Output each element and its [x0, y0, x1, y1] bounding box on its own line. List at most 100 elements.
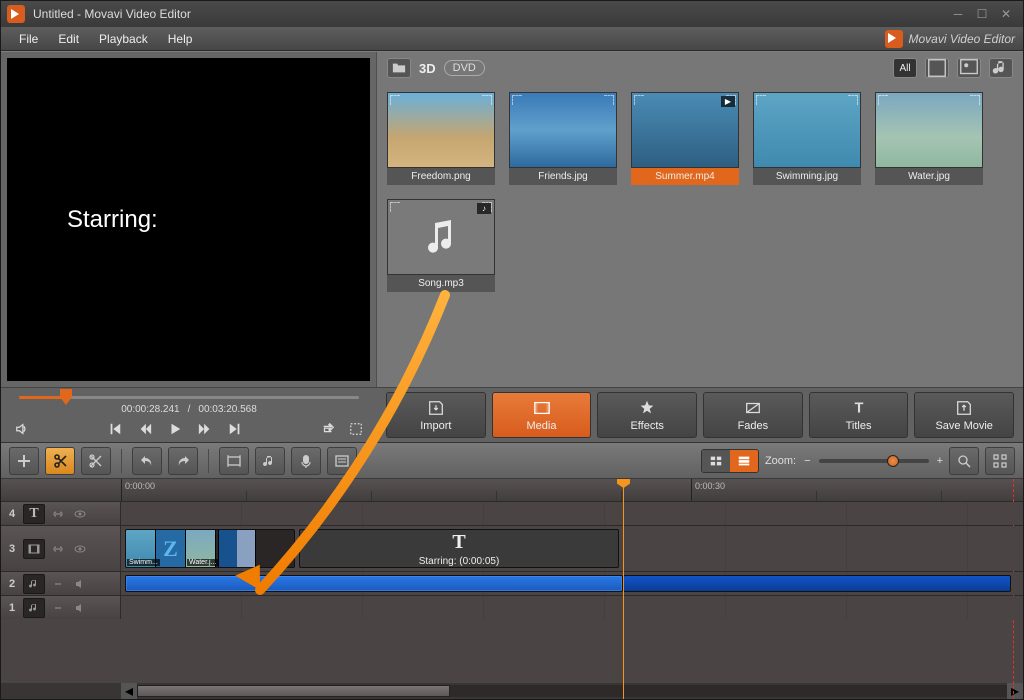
clip-label: Swimm...: [127, 559, 160, 566]
step-back-button[interactable]: [132, 418, 158, 440]
loop-button[interactable]: [315, 418, 341, 440]
clip-audio-tail[interactable]: [623, 575, 1011, 592]
import-icon: [427, 399, 445, 417]
seek-thumb[interactable]: [60, 389, 72, 410]
menu-playback[interactable]: Playback: [89, 30, 158, 48]
media-grid: Freedom.png Friends.jpg ▶ Summer.mp4 Swi…: [377, 84, 1023, 387]
timeline-scrollbar[interactable]: ◂ ▸: [1, 683, 1023, 699]
fullscreen-button[interactable]: [343, 418, 369, 440]
mute-toggle[interactable]: [71, 576, 89, 592]
mute-toggle[interactable]: [71, 600, 89, 616]
track-lane[interactable]: [121, 572, 1023, 595]
track-2: 2: [1, 571, 1023, 595]
tab-import[interactable]: Import: [386, 392, 486, 438]
filter-audio-button[interactable]: [989, 58, 1013, 78]
svg-text:T: T: [854, 400, 863, 416]
zoom-knob[interactable]: [887, 455, 899, 467]
expand-tracks-button[interactable]: [985, 447, 1015, 475]
timeline-mode-toggle[interactable]: [701, 449, 759, 473]
title-clip-icon: T: [452, 531, 465, 554]
media-icon: [533, 399, 551, 417]
scroll-right-button[interactable]: ▸: [1007, 683, 1023, 699]
redo-button[interactable]: [168, 447, 198, 475]
thumb-label: Song.mp3: [387, 275, 495, 292]
brand-text: Movavi Video Editor: [909, 32, 1016, 46]
menu-file[interactable]: File: [9, 30, 48, 48]
thumb-water[interactable]: Water.jpg: [875, 92, 983, 185]
export-icon: [955, 399, 973, 417]
close-button[interactable]: ✕: [995, 5, 1017, 23]
effects-icon: [638, 399, 656, 417]
zoom-slider[interactable]: [819, 459, 929, 463]
scroll-left-button[interactable]: ◂: [121, 683, 137, 699]
record-button[interactable]: [291, 447, 321, 475]
filter-all-button[interactable]: All: [893, 58, 917, 78]
menu-help[interactable]: Help: [158, 30, 203, 48]
thumb-song[interactable]: ♪ Song.mp3: [387, 199, 495, 292]
zoom-label: Zoom:: [765, 455, 796, 467]
step-fwd-button[interactable]: [192, 418, 218, 440]
clip-label: Water.j...: [187, 559, 218, 566]
properties-button[interactable]: [327, 447, 357, 475]
zoom-in-button[interactable]: +: [937, 455, 943, 467]
minimize-button[interactable]: ─: [947, 5, 969, 23]
filter-video-button[interactable]: [925, 58, 949, 78]
track-lane[interactable]: Swimm... Z Water.j... T Starring: (0:00:…: [121, 526, 1023, 571]
audio-tools-button[interactable]: [255, 447, 285, 475]
split-clip-button[interactable]: [45, 447, 75, 475]
thumb-freedom[interactable]: Freedom.png: [387, 92, 495, 185]
add-button[interactable]: [9, 447, 39, 475]
link-toggle[interactable]: [49, 600, 67, 616]
visibility-toggle[interactable]: [71, 541, 89, 557]
clip-video[interactable]: Swimm... Z Water.j...: [125, 529, 295, 568]
track-lane[interactable]: [121, 502, 1023, 525]
track-lane[interactable]: [121, 596, 1023, 619]
fit-zoom-button[interactable]: [949, 447, 979, 475]
tab-save-movie[interactable]: Save Movie: [914, 392, 1014, 438]
transition-block[interactable]: [218, 530, 256, 567]
audio-badge-icon: ♪: [477, 203, 491, 214]
tab-effects[interactable]: Effects: [597, 392, 697, 438]
clip-title[interactable]: T Starring: (0:00:05): [299, 529, 619, 568]
mode-timeline[interactable]: [730, 450, 758, 472]
dvd-button[interactable]: DVD: [444, 60, 485, 76]
open-folder-button[interactable]: [387, 58, 411, 78]
tab-media[interactable]: Media: [492, 392, 592, 438]
3d-button[interactable]: 3D: [419, 61, 436, 76]
goto-start-button[interactable]: [102, 418, 128, 440]
titles-icon: T: [850, 399, 868, 417]
visibility-toggle[interactable]: [71, 506, 89, 522]
link-toggle[interactable]: [49, 506, 67, 522]
time-ruler[interactable]: 0:00:00 0:00:30: [1, 479, 1023, 501]
zoom-out-button[interactable]: −: [804, 455, 810, 467]
goto-end-button[interactable]: [222, 418, 248, 440]
crop-button[interactable]: [219, 447, 249, 475]
title-bar: Untitled - Movavi Video Editor ─ ☐ ✕: [1, 1, 1023, 27]
thumb-swimming[interactable]: Swimming.jpg: [753, 92, 861, 185]
playhead[interactable]: [623, 479, 624, 699]
clip-audio-main[interactable]: [125, 575, 623, 592]
link-toggle[interactable]: [49, 541, 67, 557]
volume-button[interactable]: [9, 418, 35, 440]
thumb-friends[interactable]: Friends.jpg: [509, 92, 617, 185]
play-button[interactable]: [162, 418, 188, 440]
scroll-thumb[interactable]: [137, 685, 450, 697]
fades-icon: [744, 399, 762, 417]
track-type-title-icon: T: [23, 504, 45, 524]
thumb-label: Friends.jpg: [509, 168, 617, 185]
filter-image-button[interactable]: [957, 58, 981, 78]
tab-titles[interactable]: T Titles: [809, 392, 909, 438]
brand-icon: [885, 30, 903, 48]
mode-storyboard[interactable]: [702, 450, 730, 472]
thumb-summer[interactable]: ▶ Summer.mp4: [631, 92, 739, 185]
maximize-button[interactable]: ☐: [971, 5, 993, 23]
tab-fades[interactable]: Fades: [703, 392, 803, 438]
undo-button[interactable]: [132, 447, 162, 475]
ruler-tick-label: 0:00:00: [125, 481, 155, 491]
app-icon: [7, 5, 25, 23]
thumb-label: Freedom.png: [387, 168, 495, 185]
menu-edit[interactable]: Edit: [48, 30, 89, 48]
link-toggle[interactable]: [49, 576, 67, 592]
preview-canvas[interactable]: Starring:: [7, 58, 370, 381]
cut-button[interactable]: [81, 447, 111, 475]
